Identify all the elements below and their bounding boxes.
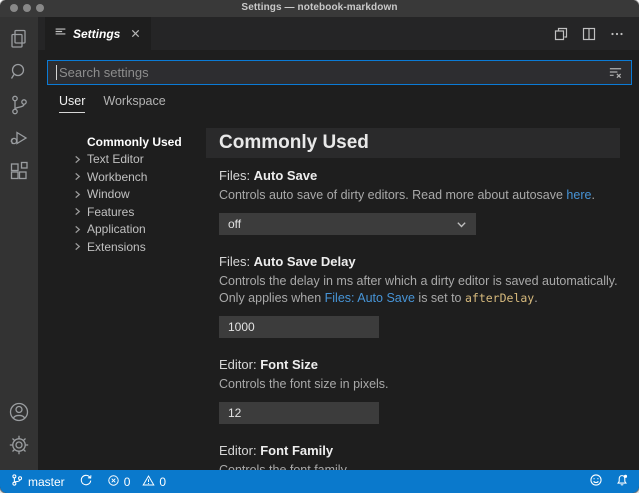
feedback-button[interactable] xyxy=(589,473,603,490)
warning-count: 0 xyxy=(159,475,166,489)
setting-description: Controls the font size in pixels. xyxy=(219,376,619,393)
notifications-button[interactable] xyxy=(615,473,629,490)
title-bar: Settings — notebook-markdown xyxy=(0,0,639,17)
settings-editor: Search settings User Workspace xyxy=(38,50,639,470)
settings-search-input[interactable]: Search settings xyxy=(47,60,632,85)
font-size-input[interactable] xyxy=(219,402,379,424)
code-afterdelay: afterDelay xyxy=(465,291,534,305)
problems-indicator[interactable]: 0 0 xyxy=(107,470,166,493)
files-auto-save-link[interactable]: Files: Auto Save xyxy=(325,291,415,305)
tab-settings[interactable]: Settings xyxy=(45,17,152,50)
run-debug-icon xyxy=(7,126,31,155)
setting-title: Files: Auto Save xyxy=(219,168,620,183)
autosave-docs-link[interactable]: here xyxy=(566,188,591,202)
screen: Settings — notebook-markdown xyxy=(0,0,639,493)
setting-description: Controls the font family. xyxy=(219,462,619,470)
setting-description: Controls auto save of dirty editors. Rea… xyxy=(219,187,619,204)
setting-title: Editor: Font Family xyxy=(219,443,620,458)
more-actions-icon[interactable] xyxy=(607,24,627,44)
chevron-right-icon xyxy=(73,242,87,251)
search-placeholder: Search settings xyxy=(59,65,608,80)
vscode-window: Settings — notebook-markdown xyxy=(0,0,639,493)
settings-list: Commonly Used Files: Auto Save Controls … xyxy=(206,128,639,470)
tree-item-commonly-used[interactable]: Commonly Used xyxy=(73,133,206,151)
branch-name: master xyxy=(28,475,65,489)
activity-settings-button[interactable] xyxy=(0,431,38,464)
chevron-right-icon xyxy=(73,190,87,199)
chevron-down-icon xyxy=(456,219,467,230)
explorer-icon xyxy=(7,27,31,56)
section-heading: Commonly Used xyxy=(206,128,620,158)
setting-files-auto-save-delay: Files: Auto Save Delay Controls the dela… xyxy=(206,254,620,338)
chevron-right-icon xyxy=(73,207,87,216)
activity-run-debug-button[interactable] xyxy=(0,124,38,157)
tree-item-extensions[interactable]: Extensions xyxy=(73,238,206,256)
settings-gear-icon xyxy=(7,433,31,462)
setting-editor-font-size: Editor: Font Size Controls the font size… xyxy=(206,357,620,424)
activity-source-control-button[interactable] xyxy=(0,91,38,124)
chevron-right-icon xyxy=(73,172,87,181)
error-count: 0 xyxy=(124,475,131,489)
settings-tree: Commonly Used Text Editor Workbench xyxy=(38,128,206,470)
setting-editor-font-family: Editor: Font Family Controls the font fa… xyxy=(206,443,620,470)
window-title: Settings — notebook-markdown xyxy=(0,2,639,13)
tree-item-text-editor[interactable]: Text Editor xyxy=(73,151,206,169)
auto-save-select[interactable]: off xyxy=(219,213,476,235)
setting-files-auto-save: Files: Auto Save Controls auto save of d… xyxy=(206,168,620,235)
status-bar: master 0 0 xyxy=(0,470,639,493)
tree-item-window[interactable]: Window xyxy=(73,186,206,204)
tree-item-workbench[interactable]: Workbench xyxy=(73,168,206,186)
settings-tune-icon xyxy=(54,25,67,43)
activity-bar xyxy=(0,17,38,470)
open-settings-json-icon[interactable] xyxy=(551,24,571,44)
search-icon xyxy=(7,60,31,89)
errors-icon xyxy=(107,474,120,490)
sync-icon xyxy=(79,473,93,490)
setting-description: Controls the delay in ms after which a d… xyxy=(219,273,619,307)
source-control-icon xyxy=(7,93,31,122)
close-tab-icon[interactable] xyxy=(130,28,141,39)
editor-tab-bar: Settings xyxy=(38,17,639,50)
warnings-icon xyxy=(142,474,155,490)
text-caret xyxy=(56,65,57,80)
activity-explorer-button[interactable] xyxy=(0,25,38,58)
branch-icon xyxy=(10,473,24,490)
extensions-icon xyxy=(7,159,31,188)
editor-actions xyxy=(551,17,639,50)
tree-item-application[interactable]: Application xyxy=(73,221,206,239)
setting-title: Files: Auto Save Delay xyxy=(219,254,620,269)
tab-workspace[interactable]: Workspace xyxy=(103,94,165,113)
clear-settings-search-icon[interactable] xyxy=(608,65,623,80)
auto-save-delay-input[interactable] xyxy=(219,316,379,338)
accounts-icon xyxy=(7,400,31,429)
chevron-right-icon xyxy=(73,225,87,234)
sync-button[interactable] xyxy=(79,470,93,493)
split-editor-icon[interactable] xyxy=(579,24,599,44)
tab-label: Settings xyxy=(73,27,120,41)
notifications-bell-icon xyxy=(615,473,629,490)
activity-search-button[interactable] xyxy=(0,58,38,91)
setting-title: Editor: Font Size xyxy=(219,357,620,372)
tree-item-features[interactable]: Features xyxy=(73,203,206,221)
activity-extensions-button[interactable] xyxy=(0,157,38,190)
settings-scope-tabs: User Workspace xyxy=(59,94,166,113)
chevron-right-icon xyxy=(73,155,87,164)
activity-accounts-button[interactable] xyxy=(0,398,38,431)
feedback-smiley-icon xyxy=(589,473,603,490)
tab-user[interactable]: User xyxy=(59,94,85,113)
branch-indicator[interactable]: master xyxy=(10,470,65,493)
